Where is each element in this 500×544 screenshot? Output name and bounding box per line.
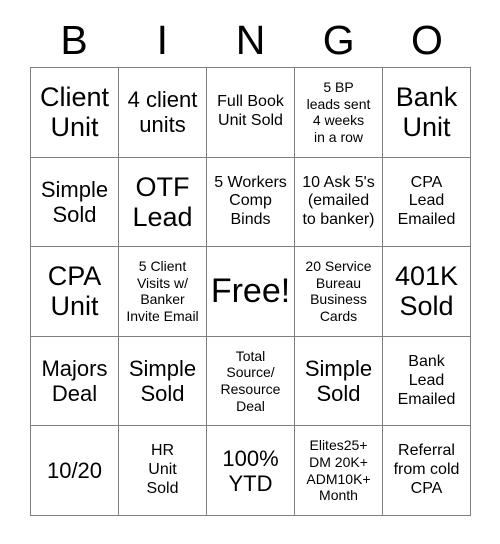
bingo-cell-text: 4 client units: [127, 87, 198, 138]
bingo-cell[interactable]: Majors Deal: [31, 336, 119, 427]
bingo-cell-text: CPA Unit: [47, 261, 102, 322]
bingo-cell[interactable]: 5 BP leads sent 4 weeks in a row: [295, 68, 383, 158]
bingo-grid: Client Unit 4 client units Full Book Unit …: [30, 67, 471, 516]
bingo-cell[interactable]: OTF Lead: [119, 157, 207, 248]
bingo-cell-text: 401K Sold: [394, 261, 459, 322]
bingo-cell[interactable]: 5 Client Visits w/ Banker Invite Email: [119, 247, 207, 337]
bingo-card: B I N G O Client Unit 4 client units Full …: [0, 0, 500, 544]
bingo-cell[interactable]: CPA Unit: [31, 247, 119, 337]
bingo-cell[interactable]: 20 Service Bureau Business Cards: [295, 247, 383, 337]
bingo-cell-text: CPA Lead Emailed: [397, 173, 456, 229]
bingo-cell-text: Bank Lead Emailed: [397, 352, 456, 408]
bingo-cell-text: 100% YTD: [222, 445, 279, 496]
bingo-cell-text: 5 Workers Comp Binds: [214, 173, 287, 229]
bingo-cell[interactable]: 10 Ask 5's (emailed to banker): [295, 157, 383, 248]
bingo-cell[interactable]: Client Unit: [31, 68, 119, 158]
bingo-cell[interactable]: 100% YTD: [207, 426, 295, 516]
bingo-cell-text: Client Unit: [39, 82, 110, 143]
bingo-cell[interactable]: CPA Lead Emailed: [383, 157, 471, 248]
bingo-cell[interactable]: Bank Lead Emailed: [383, 336, 471, 427]
header-letter-text: N: [235, 17, 266, 63]
bingo-cell-text: Simple Sold: [128, 356, 197, 407]
bingo-header-letter-g: G: [295, 14, 383, 67]
bingo-cell-text: 10 Ask 5's (emailed to banker): [302, 173, 375, 229]
bingo-cell-text: OTF Lead: [132, 171, 193, 232]
bingo-cell-text: 5 BP leads sent 4 weeks in a row: [306, 78, 371, 146]
bingo-cell[interactable]: Simple Sold: [119, 336, 207, 427]
bingo-header-letter-b: B: [30, 14, 118, 67]
bingo-cell-text: Referral from cold CPA: [393, 442, 460, 498]
bingo-cell[interactable]: Simple Sold: [295, 336, 383, 427]
bingo-header-letter-i: I: [118, 14, 206, 67]
bingo-cell[interactable]: Full Book Unit Sold: [207, 68, 295, 158]
bingo-cell[interactable]: 4 client units: [119, 68, 207, 158]
bingo-cell-text: Elites25+ DM 20K+ ADM10K+ Month: [306, 437, 371, 504]
bingo-cell[interactable]: Total Source/ Resource Deal: [207, 336, 295, 427]
bingo-cell[interactable]: Elites25+ DM 20K+ ADM10K+ Month: [295, 426, 383, 516]
bingo-cell-text: Full Book Unit Sold: [217, 93, 284, 130]
bingo-cell[interactable]: Bank Unit: [383, 68, 471, 158]
bingo-cell-text: HR Unit Sold: [146, 442, 179, 498]
bingo-cell-text: 5 Client Visits w/ Banker Invite Email: [126, 257, 199, 325]
header-letter-text: G: [322, 17, 355, 63]
bingo-cell-text: 20 Service Bureau Business Cards: [305, 257, 372, 325]
bingo-cell-text: 10/20: [46, 458, 103, 484]
bingo-cell[interactable]: Simple Sold: [31, 157, 119, 248]
bingo-cell[interactable]: HR Unit Sold: [119, 426, 207, 516]
bingo-free-space[interactable]: Free!: [207, 247, 295, 337]
header-letter-text: B: [60, 17, 88, 63]
bingo-cell[interactable]: 5 Workers Comp Binds: [207, 157, 295, 248]
bingo-cell[interactable]: Referral from cold CPA: [383, 426, 471, 516]
bingo-cell-text: Total Source/ Resource Deal: [220, 347, 281, 414]
bingo-cell-text: Bank Unit: [395, 82, 458, 143]
bingo-cell-text: Simple Sold: [304, 356, 373, 407]
bingo-header-row: B I N G O: [30, 14, 471, 67]
bingo-cell[interactable]: 10/20: [31, 426, 119, 516]
bingo-cell-text: Majors Deal: [41, 356, 108, 407]
bingo-cell-text: Simple Sold: [40, 176, 109, 227]
bingo-cell-text: Free!: [210, 272, 291, 311]
bingo-header-letter-o: O: [383, 14, 471, 67]
bingo-cell[interactable]: 401K Sold: [383, 247, 471, 337]
header-letter-text: O: [410, 17, 443, 63]
bingo-header-letter-n: N: [206, 14, 294, 67]
header-letter-text: I: [156, 17, 168, 63]
